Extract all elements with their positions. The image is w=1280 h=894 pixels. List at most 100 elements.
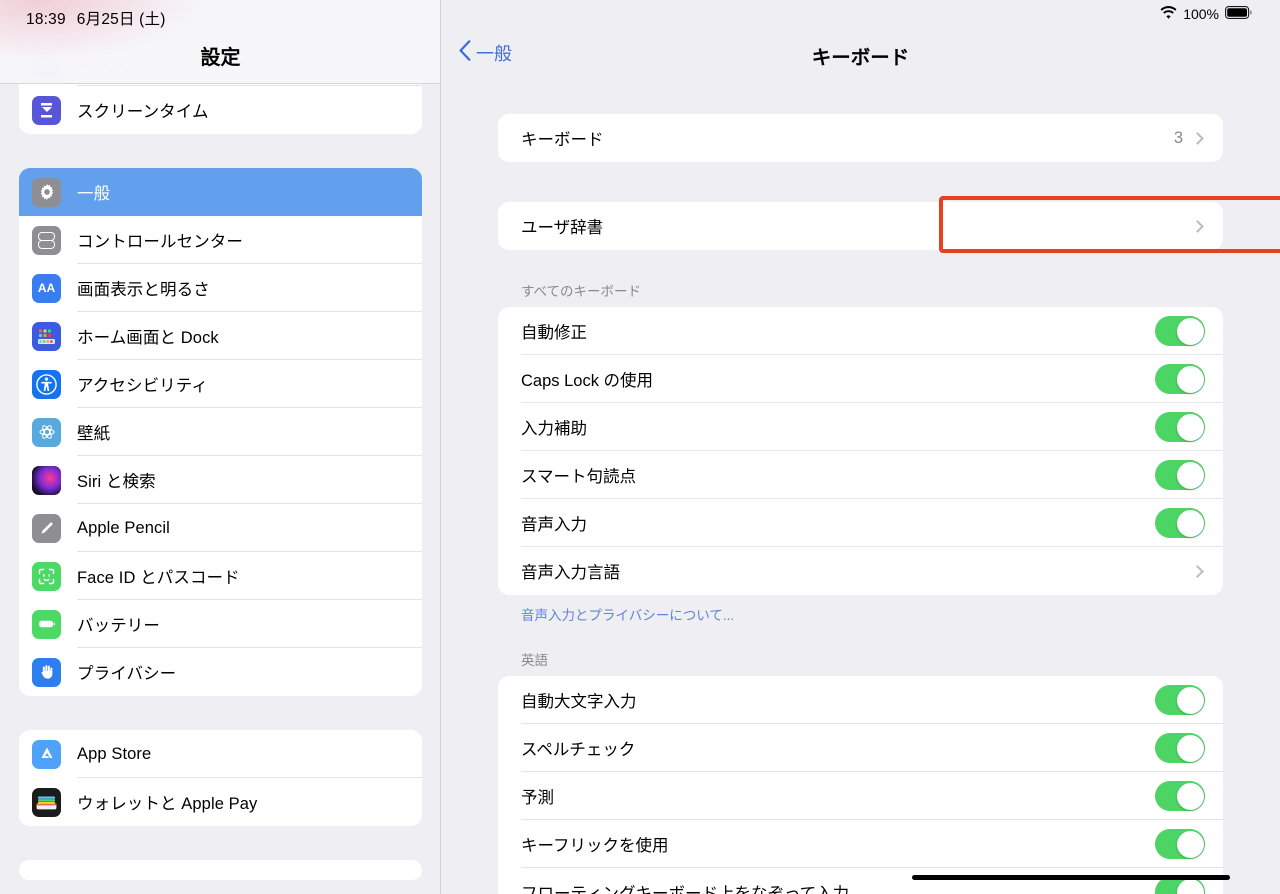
toggle-input-assist[interactable] <box>1155 412 1205 442</box>
row-label: Caps Lock の使用 <box>521 372 654 390</box>
row-separator <box>521 594 1223 595</box>
toggle-auto-correction[interactable] <box>1155 316 1205 346</box>
chevron-right-icon <box>1191 219 1204 233</box>
sidebar-item-display-brightness[interactable]: AA 画面表示と明るさ <box>19 264 422 312</box>
ipad-settings-screen: サウンド スクリーンタイム <box>0 0 1280 894</box>
row-input-assist[interactable]: 入力補助 <box>498 403 1223 451</box>
accessibility-icon <box>32 369 61 399</box>
page-title: 設定 <box>200 47 241 69</box>
row-user-dictionary[interactable]: ユーザ辞書 <box>498 202 1223 250</box>
sidebar-item-home-screen-dock[interactable]: ホーム画面と Dock <box>19 312 422 360</box>
privacy-hand-icon <box>32 657 61 687</box>
keyboards-group: キーボード 3 <box>498 114 1223 162</box>
toggle-knob <box>1176 365 1204 393</box>
toggle-knob <box>1176 317 1204 345</box>
battery-full-icon <box>1225 6 1252 22</box>
dictation-privacy-link[interactable]: 音声入力とプライバシーについて... <box>441 595 1280 624</box>
status-date: 6月25日 (土) <box>76 11 166 28</box>
wallet-icon <box>32 787 61 817</box>
sidebar-item-label: スクリーンタイム <box>77 103 209 121</box>
status-time: 18:39 <box>26 11 66 28</box>
battery-icon <box>32 609 61 639</box>
row-label: 音声入力 <box>521 516 587 534</box>
row-separator <box>521 161 1223 162</box>
toggle-caps-lock[interactable] <box>1155 364 1205 394</box>
toggle-knob <box>1176 686 1204 714</box>
sidebar-item-general[interactable]: 一般 <box>19 168 422 216</box>
row-check-spelling[interactable]: スペルチェック <box>498 724 1223 772</box>
row-key-flicks[interactable]: キーフリックを使用 <box>498 820 1223 868</box>
battery-percent-label: 100% <box>1183 6 1219 22</box>
row-auto-correction[interactable]: 自動修正 <box>498 307 1223 355</box>
row-separator <box>77 133 422 134</box>
row-keyboards[interactable]: キーボード 3 <box>498 114 1223 162</box>
row-smart-punctuation[interactable]: スマート句読点 <box>498 451 1223 499</box>
sidebar-item-label: コントロールセンター <box>77 233 243 251</box>
sidebar-item-label: Apple Pencil <box>77 518 170 537</box>
row-separator <box>77 825 422 826</box>
sidebar-status-header: 18:39 6月25日 (土) 設定 <box>0 0 441 84</box>
sidebar-group-4-partial <box>19 860 422 880</box>
row-label: キーフリックを使用 <box>521 837 669 855</box>
sidebar-group-3: App Store ウォレットと Apple Pay <box>19 730 422 826</box>
control-center-icon <box>32 225 61 255</box>
sidebar-item-siri-search[interactable]: Siri と検索 <box>19 456 422 504</box>
row-slide-to-type[interactable]: フローティングキーボード上をなぞって入力 <box>498 868 1223 894</box>
row-label: 入力補助 <box>521 420 587 438</box>
sidebar-item-accessibility[interactable]: アクセシビリティ <box>19 360 422 408</box>
keyboards-count: 3 <box>1173 128 1183 147</box>
sidebar-item-privacy[interactable]: プライバシー <box>19 648 422 696</box>
toggle-smart-punctuation[interactable] <box>1155 460 1205 490</box>
sidebar-item-label: アクセシビリティ <box>77 377 208 395</box>
row-label: キーボード <box>521 131 604 149</box>
all-keyboards-group: 自動修正 Caps Lock の使用 入力補助 スマート句読点 音声入力 音声入… <box>498 307 1223 595</box>
sidebar-item-control-center[interactable]: コントロールセンター <box>19 216 422 264</box>
sidebar-item-label: 画面表示と明るさ <box>77 281 210 299</box>
chevron-right-icon <box>1191 131 1204 145</box>
app-store-icon <box>32 739 61 769</box>
display-aa-icon: AA <box>32 273 61 303</box>
status-clock: 18:39 6月25日 (土) <box>26 7 166 29</box>
row-label: フローティングキーボード上をなぞって入力 <box>521 885 850 894</box>
row-label: スマート句読点 <box>521 468 637 486</box>
detail-scroll-content[interactable]: キーボード 3 ユーザ辞書 すべてのキーボード 自動修正 Caps Lock の… <box>441 84 1280 894</box>
row-separator <box>521 249 1223 250</box>
row-label: 自動修正 <box>521 324 587 342</box>
toggle-auto-capitalization[interactable] <box>1155 685 1205 715</box>
sidebar-item-battery[interactable]: バッテリー <box>19 600 422 648</box>
sidebar-group-2: 一般 コントロールセンター AA 画面表示と明るさ ホーム画面と Dock アク… <box>19 168 422 696</box>
sidebar-item-wallpaper[interactable]: 壁紙 <box>19 408 422 456</box>
sidebar-item-label: ウォレットと Apple Pay <box>77 795 258 813</box>
sidebar-item-screen-time[interactable]: スクリーンタイム <box>19 86 422 134</box>
sidebar-scroll-content[interactable]: サウンド スクリーンタイム <box>0 0 441 880</box>
sidebar-item-app-store[interactable]: App Store <box>19 730 422 778</box>
toggle-knob <box>1176 461 1204 489</box>
sidebar-item-apple-pencil[interactable]: Apple Pencil <box>19 504 422 552</box>
wallpaper-icon <box>32 417 61 447</box>
settings-sidebar: サウンド スクリーンタイム <box>0 0 441 894</box>
hourglass-icon <box>32 95 61 125</box>
sidebar-item-face-id-passcode[interactable]: Face ID とパスコード <box>19 552 422 600</box>
toggle-check-spelling[interactable] <box>1155 733 1205 763</box>
row-caps-lock[interactable]: Caps Lock の使用 <box>498 355 1223 403</box>
toggle-key-flicks[interactable] <box>1155 829 1205 859</box>
sidebar-item-label: 一般 <box>77 185 111 203</box>
toggle-knob <box>1176 734 1204 762</box>
sidebar-item-wallet-apple-pay[interactable]: ウォレットと Apple Pay <box>19 778 422 826</box>
toggle-knob <box>1176 413 1204 441</box>
toggle-dictation[interactable] <box>1155 508 1205 538</box>
toggle-predictive[interactable] <box>1155 781 1205 811</box>
sidebar-item-label: プライバシー <box>77 665 177 683</box>
split-view-divider[interactable] <box>440 0 441 894</box>
section-header-english: 英語 <box>521 653 548 668</box>
toggle-knob <box>1176 878 1204 894</box>
row-auto-capitalization[interactable]: 自動大文字入力 <box>498 676 1223 724</box>
row-dictation[interactable]: 音声入力 <box>498 499 1223 547</box>
row-label: 音声入力言語 <box>521 564 620 582</box>
row-predictive[interactable]: 予測 <box>498 772 1223 820</box>
chevron-right-icon <box>1191 564 1204 578</box>
sidebar-item-label: Face ID とパスコード <box>77 569 240 587</box>
row-separator <box>77 695 422 696</box>
header-hairline <box>0 83 441 84</box>
row-dictation-languages[interactable]: 音声入力言語 <box>498 547 1223 595</box>
